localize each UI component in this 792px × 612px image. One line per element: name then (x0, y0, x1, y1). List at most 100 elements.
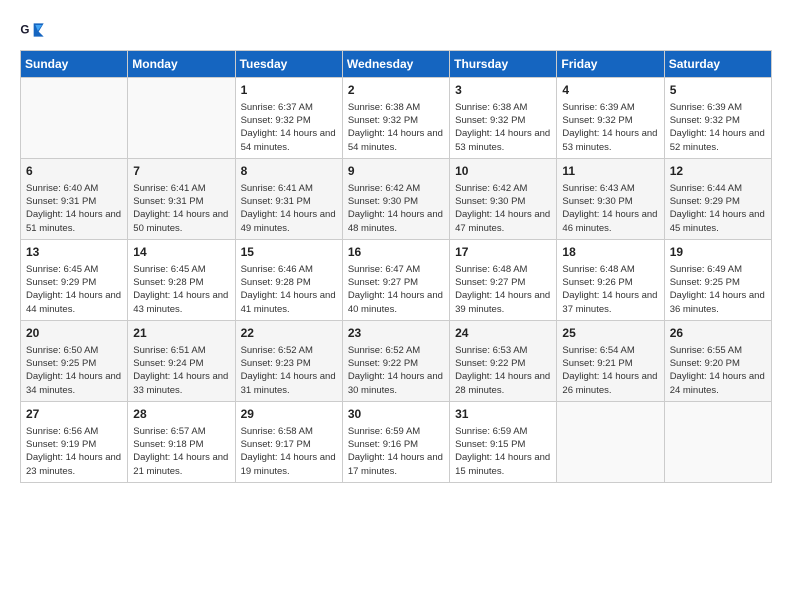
logo: G (20, 20, 48, 40)
calendar-week-2: 6Sunrise: 6:40 AMSunset: 9:31 PMDaylight… (21, 158, 772, 239)
calendar-cell: 11 Sunrise: 6:43 AMSunset: 9:30 PMDayligh… (557, 158, 664, 239)
calendar-cell: 2 Sunrise: 6:38 AMSunset: 9:32 PMDaylight… (342, 78, 449, 159)
calendar-cell: 9 Sunrise: 6:42 AMSunset: 9:30 PMDaylight… (342, 158, 449, 239)
calendar-header-row: SundayMondayTuesdayWednesdayThursdayFrid… (21, 51, 772, 78)
day-header-monday: Monday (128, 51, 235, 78)
day-number: 18 (562, 244, 658, 261)
calendar-cell: 4Sunrise: 6:39 AMSunset: 9:32 PMDaylight… (557, 78, 664, 159)
day-info: Sunrise: 6:42 AMSunset: 9:30 PMDaylight:… (455, 182, 551, 235)
day-info: Sunrise: 6:52 AMSunset: 9:22 PMDaylight:… (348, 344, 444, 397)
day-number: 22 (241, 325, 337, 342)
calendar-week-4: 20 Sunrise: 6:50 AMSunset: 9:25 PMDayligh… (21, 320, 772, 401)
day-number: 31 (455, 406, 551, 423)
day-info: Sunrise: 6:41 AMSunset: 9:31 PMDaylight:… (241, 182, 337, 235)
calendar-week-1: 1 Sunrise: 6:37 AMSunset: 9:32 PMDaylight… (21, 78, 772, 159)
calendar-cell: 13 Sunrise: 6:45 AMSunset: 9:29 PMDayligh… (21, 239, 128, 320)
calendar-cell: 7Sunrise: 6:41 AMSunset: 9:31 PMDaylight… (128, 158, 235, 239)
day-info: Sunrise: 6:42 AMSunset: 9:30 PMDaylight:… (348, 182, 444, 235)
calendar-week-5: 27 Sunrise: 6:56 AMSunset: 9:19 PMDayligh… (21, 401, 772, 482)
calendar-cell: 5 Sunrise: 6:39 AMSunset: 9:32 PMDaylight… (664, 78, 771, 159)
calendar-cell: 10 Sunrise: 6:42 AMSunset: 9:30 PMDayligh… (450, 158, 557, 239)
day-number: 26 (670, 325, 766, 342)
calendar-cell: 23 Sunrise: 6:52 AMSunset: 9:22 PMDayligh… (342, 320, 449, 401)
calendar-cell (557, 401, 664, 482)
calendar-table: SundayMondayTuesdayWednesdayThursdayFrid… (20, 50, 772, 483)
calendar-cell: 31 Sunrise: 6:59 AMSunset: 9:15 PMDayligh… (450, 401, 557, 482)
page-header: G (20, 20, 772, 40)
calendar-cell: 30 Sunrise: 6:59 AMSunset: 9:16 PMDayligh… (342, 401, 449, 482)
day-info: Sunrise: 6:46 AMSunset: 9:28 PMDaylight:… (241, 263, 337, 316)
day-number: 10 (455, 163, 551, 180)
svg-text:G: G (20, 23, 29, 36)
day-number: 24 (455, 325, 551, 342)
day-number: 19 (670, 244, 766, 261)
day-number: 6 (26, 163, 122, 180)
day-info: Sunrise: 6:45 AMSunset: 9:28 PMDaylight:… (133, 263, 229, 316)
day-number: 20 (26, 325, 122, 342)
calendar-cell: 19 Sunrise: 6:49 AMSunset: 9:25 PMDayligh… (664, 239, 771, 320)
day-info: Sunrise: 6:48 AMSunset: 9:27 PMDaylight:… (455, 263, 551, 316)
day-info: Sunrise: 6:48 AMSunset: 9:26 PMDaylight:… (562, 263, 658, 316)
calendar-cell: 6Sunrise: 6:40 AMSunset: 9:31 PMDaylight… (21, 158, 128, 239)
calendar-cell: 12Sunrise: 6:44 AMSunset: 9:29 PMDayligh… (664, 158, 771, 239)
day-number: 1 (241, 82, 337, 99)
calendar-cell: 16Sunrise: 6:47 AMSunset: 9:27 PMDayligh… (342, 239, 449, 320)
day-info: Sunrise: 6:57 AMSunset: 9:18 PMDaylight:… (133, 425, 229, 478)
calendar-cell: 17 Sunrise: 6:48 AMSunset: 9:27 PMDayligh… (450, 239, 557, 320)
calendar-cell: 14Sunrise: 6:45 AMSunset: 9:28 PMDayligh… (128, 239, 235, 320)
day-info: Sunrise: 6:54 AMSunset: 9:21 PMDaylight:… (562, 344, 658, 397)
calendar-cell (664, 401, 771, 482)
day-info: Sunrise: 6:56 AMSunset: 9:19 PMDaylight:… (26, 425, 122, 478)
day-number: 4 (562, 82, 658, 99)
day-info: Sunrise: 6:58 AMSunset: 9:17 PMDaylight:… (241, 425, 337, 478)
calendar-cell: 15 Sunrise: 6:46 AMSunset: 9:28 PMDayligh… (235, 239, 342, 320)
day-info: Sunrise: 6:49 AMSunset: 9:25 PMDaylight:… (670, 263, 766, 316)
day-info: Sunrise: 6:55 AMSunset: 9:20 PMDaylight:… (670, 344, 766, 397)
day-info: Sunrise: 6:50 AMSunset: 9:25 PMDaylight:… (26, 344, 122, 397)
day-number: 11 (562, 163, 658, 180)
day-number: 17 (455, 244, 551, 261)
day-info: Sunrise: 6:39 AMSunset: 9:32 PMDaylight:… (670, 101, 766, 154)
calendar-cell: 20 Sunrise: 6:50 AMSunset: 9:25 PMDayligh… (21, 320, 128, 401)
day-info: Sunrise: 6:43 AMSunset: 9:30 PMDaylight:… (562, 182, 658, 235)
calendar-cell (21, 78, 128, 159)
day-number: 28 (133, 406, 229, 423)
day-header-friday: Friday (557, 51, 664, 78)
day-number: 15 (241, 244, 337, 261)
calendar-week-3: 13 Sunrise: 6:45 AMSunset: 9:29 PMDayligh… (21, 239, 772, 320)
day-number: 27 (26, 406, 122, 423)
day-number: 23 (348, 325, 444, 342)
logo-icon: G (20, 20, 44, 40)
day-info: Sunrise: 6:53 AMSunset: 9:22 PMDaylight:… (455, 344, 551, 397)
day-info: Sunrise: 6:45 AMSunset: 9:29 PMDaylight:… (26, 263, 122, 316)
calendar-cell: 25 Sunrise: 6:54 AMSunset: 9:21 PMDayligh… (557, 320, 664, 401)
day-header-thursday: Thursday (450, 51, 557, 78)
day-number: 16 (348, 244, 444, 261)
day-info: Sunrise: 6:38 AMSunset: 9:32 PMDaylight:… (348, 101, 444, 154)
calendar-cell: 26 Sunrise: 6:55 AMSunset: 9:20 PMDayligh… (664, 320, 771, 401)
calendar-cell: 24 Sunrise: 6:53 AMSunset: 9:22 PMDayligh… (450, 320, 557, 401)
day-info: Sunrise: 6:37 AMSunset: 9:32 PMDaylight:… (241, 101, 337, 154)
day-number: 9 (348, 163, 444, 180)
day-number: 3 (455, 82, 551, 99)
day-number: 21 (133, 325, 229, 342)
day-number: 2 (348, 82, 444, 99)
calendar-cell (128, 78, 235, 159)
calendar-cell: 3Sunrise: 6:38 AMSunset: 9:32 PMDaylight… (450, 78, 557, 159)
day-number: 13 (26, 244, 122, 261)
calendar-cell: 22Sunrise: 6:52 AMSunset: 9:23 PMDayligh… (235, 320, 342, 401)
day-number: 12 (670, 163, 766, 180)
calendar-cell: 18 Sunrise: 6:48 AMSunset: 9:26 PMDayligh… (557, 239, 664, 320)
day-number: 30 (348, 406, 444, 423)
day-number: 25 (562, 325, 658, 342)
calendar-cell: 27 Sunrise: 6:56 AMSunset: 9:19 PMDayligh… (21, 401, 128, 482)
day-number: 29 (241, 406, 337, 423)
day-info: Sunrise: 6:59 AMSunset: 9:16 PMDaylight:… (348, 425, 444, 478)
calendar-cell: 28 Sunrise: 6:57 AMSunset: 9:18 PMDayligh… (128, 401, 235, 482)
day-info: Sunrise: 6:59 AMSunset: 9:15 PMDaylight:… (455, 425, 551, 478)
day-number: 5 (670, 82, 766, 99)
calendar-cell: 8Sunrise: 6:41 AMSunset: 9:31 PMDaylight… (235, 158, 342, 239)
calendar-cell: 1 Sunrise: 6:37 AMSunset: 9:32 PMDaylight… (235, 78, 342, 159)
day-header-tuesday: Tuesday (235, 51, 342, 78)
day-info: Sunrise: 6:41 AMSunset: 9:31 PMDaylight:… (133, 182, 229, 235)
